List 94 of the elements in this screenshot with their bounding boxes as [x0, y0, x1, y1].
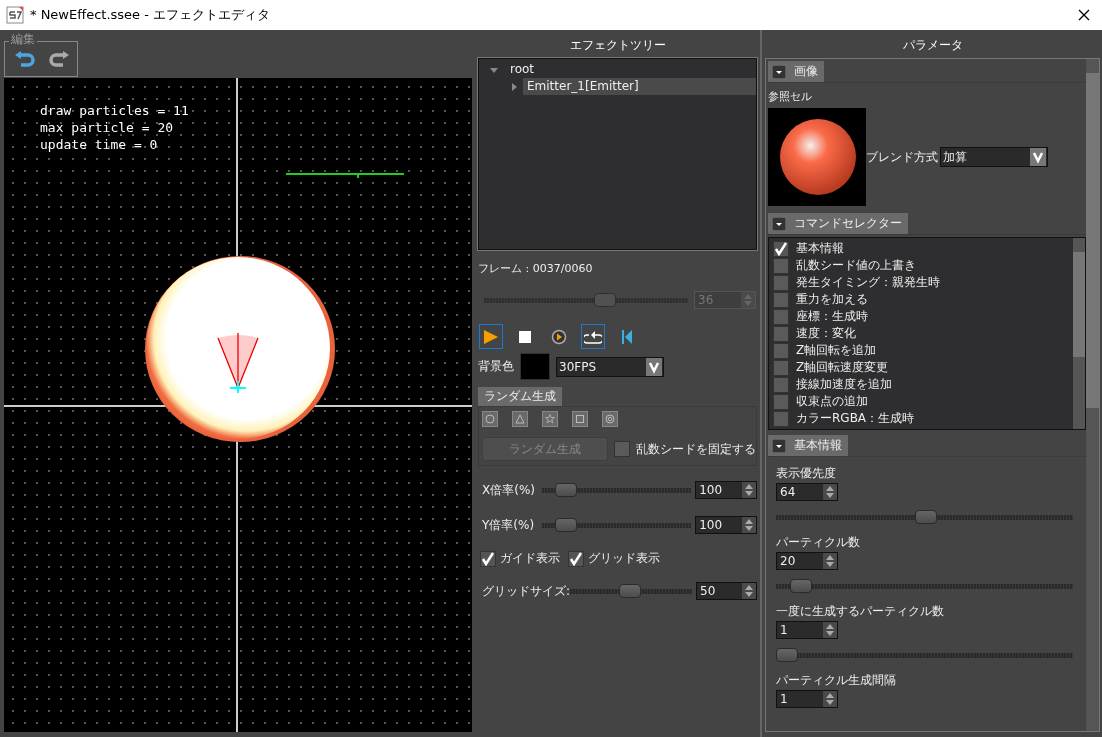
command-label: Z軸回転速度変更	[796, 359, 889, 376]
checkbox-label: 乱数シードを固定する	[636, 440, 756, 458]
slider-thumb[interactable]	[776, 648, 798, 662]
checkbox[interactable]	[568, 550, 584, 567]
undo-icon[interactable]	[14, 51, 36, 67]
checkbox[interactable]	[480, 550, 496, 567]
value-spinbox[interactable]: 20	[776, 552, 838, 570]
slider-thumb[interactable]	[619, 584, 642, 598]
tree-item[interactable]: Emitter_1[Emitter]	[523, 78, 756, 95]
slider-thumb[interactable]	[554, 518, 577, 532]
collapse-icon[interactable]	[772, 64, 786, 79]
value-spinbox[interactable]: 64	[776, 483, 838, 501]
command-label: 基本情報	[796, 240, 844, 257]
stats-text: draw particles = 11	[40, 102, 189, 119]
collapse-icon[interactable]	[772, 438, 786, 453]
section-header[interactable]: 画像	[768, 61, 824, 82]
checkbox-label: グリッド表示	[588, 550, 660, 567]
field-label: パーティクル生成間隔	[776, 672, 897, 688]
spin-arrows-icon[interactable]	[826, 692, 834, 706]
checkbox[interactable]	[773, 393, 789, 410]
panel-title: エフェクトツリー	[568, 37, 667, 54]
section-header[interactable]: 基本情報	[768, 435, 848, 456]
blend-mode-dropdown[interactable]: 加算	[940, 147, 1048, 167]
scrollbar[interactable]	[1073, 238, 1085, 429]
slider-thumb[interactable]	[554, 483, 577, 497]
redo-icon[interactable]	[48, 51, 70, 67]
command-label: 座標：生成時	[796, 308, 868, 325]
value-spinbox[interactable]: 100	[695, 516, 757, 534]
scrollbar[interactable]	[1086, 59, 1099, 731]
section-header[interactable]: コマンドセレクター	[768, 213, 908, 234]
close-icon[interactable]	[1078, 9, 1090, 21]
command-label: 重力を加える	[796, 291, 868, 308]
command-label: カラーRGBA：生成時	[796, 410, 915, 427]
loop-icon[interactable]	[584, 329, 602, 344]
field-label: パーティクル数	[776, 534, 861, 550]
group-label: 編集	[9, 32, 37, 46]
field-label: 一度に生成するパーティクル数	[776, 603, 945, 619]
slider-label: X倍率(%)	[482, 481, 536, 499]
value-spinbox[interactable]: 1	[776, 621, 838, 639]
spin-arrows-icon[interactable]	[826, 623, 834, 637]
stats-text: max particle = 20	[40, 119, 175, 136]
spin-arrows-icon[interactable]	[745, 584, 753, 598]
frame-label: フレーム : 0037/0060	[478, 261, 594, 277]
window-title: * NewEffect.ssee - エフェクトエディタ	[30, 6, 272, 24]
slider-label: Y倍率(%)	[482, 516, 536, 534]
checkbox[interactable]	[773, 257, 789, 274]
command-label: 接線加速度を追加	[796, 376, 892, 393]
value-spinbox[interactable]: 50	[696, 582, 757, 600]
command-label: 収束点の追加	[796, 393, 868, 410]
scale-bar-icon	[286, 170, 404, 178]
slider-thumb[interactable]	[914, 510, 937, 524]
checkbox[interactable]	[773, 308, 789, 325]
checkbox[interactable]	[773, 291, 789, 308]
dropdown-icon[interactable]	[646, 357, 662, 376]
value-spinbox[interactable]: 100	[695, 481, 757, 499]
background-color-label: 背景色	[478, 358, 514, 375]
reference-cell-label: 参照セル	[768, 89, 813, 104]
command-label: Z軸回転を追加	[796, 342, 877, 359]
slider-thumb[interactable]	[789, 579, 812, 593]
checkbox[interactable]	[773, 359, 789, 376]
blend-mode-label: ブレンド方式	[866, 148, 938, 166]
spin-arrows-icon[interactable]	[745, 518, 753, 532]
panel-title: パラメータ	[901, 37, 964, 54]
scroll-thumb[interactable]	[1073, 252, 1085, 357]
value-spinbox[interactable]: 1	[776, 690, 838, 708]
field-label: 表示優先度	[776, 465, 837, 481]
color-swatch[interactable]	[520, 353, 550, 380]
expand-icon[interactable]	[509, 81, 519, 92]
fps-dropdown[interactable]: 30FPS	[556, 356, 664, 377]
command-label: 速度：変化	[796, 325, 856, 342]
checkbox[interactable]	[614, 441, 630, 457]
scroll-thumb[interactable]	[1086, 73, 1099, 408]
preview-viewport[interactable]: draw particles = 11 max particle = 20 update time = 0	[4, 78, 472, 732]
checkbox[interactable]	[773, 274, 789, 291]
command-label: 乱数シード値の上書き	[796, 257, 916, 274]
slider-label: グリッドサイズ:	[482, 582, 571, 600]
stats-text: update time = 0	[40, 136, 159, 153]
checkbox[interactable]	[773, 342, 789, 359]
spin-arrows-icon[interactable]	[745, 483, 753, 497]
random-generate-tab[interactable]: ランダム生成	[478, 387, 562, 406]
spin-arrows-icon[interactable]	[826, 554, 834, 568]
tree-item[interactable]: root	[506, 61, 539, 78]
collapse-icon[interactable]	[772, 216, 786, 231]
checkbox[interactable]	[773, 240, 789, 257]
loop-button[interactable]	[581, 324, 605, 349]
checkbox[interactable]	[773, 410, 789, 427]
app-icon	[6, 6, 24, 24]
stop-icon[interactable]	[519, 330, 531, 343]
spin-arrows-icon[interactable]	[826, 485, 834, 499]
skip-back-icon[interactable]	[621, 328, 633, 345]
checkbox-label: ガイド表示	[500, 550, 560, 567]
command-label: 発生タイミング：親発生時	[796, 274, 940, 291]
checkbox[interactable]	[773, 325, 789, 342]
checkbox[interactable]	[773, 376, 789, 393]
